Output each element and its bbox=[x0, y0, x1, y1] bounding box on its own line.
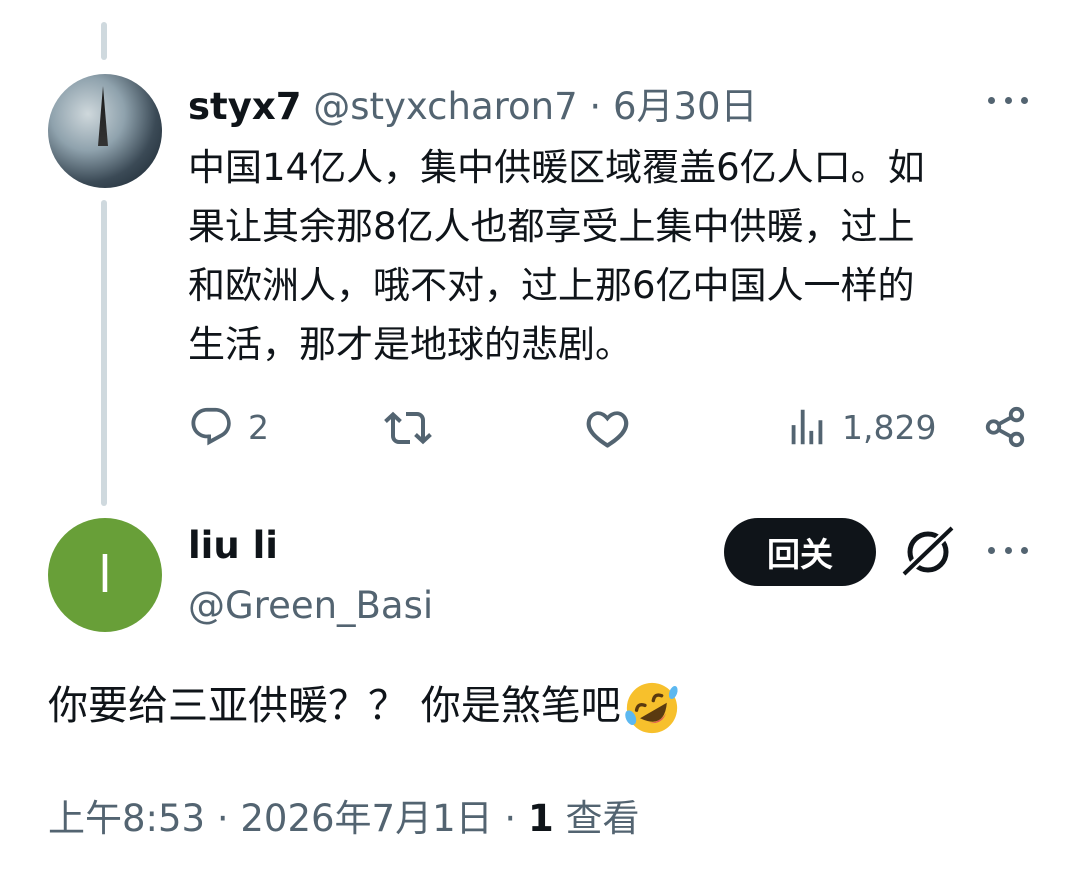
display-name[interactable]: styx7 bbox=[188, 85, 301, 128]
tweet-header: styx7 @styxcharon7 · 6月30日 bbox=[188, 76, 758, 130]
tweet-date[interactable]: 6月30日 bbox=[613, 85, 758, 128]
separator: · bbox=[205, 797, 241, 840]
tweet-text-content: 你要给三亚供暖？？ 你是煞笔吧 bbox=[48, 683, 621, 729]
heart-icon bbox=[586, 411, 629, 448]
tweet-text-line: 中国14亿人，集中供暖区域覆盖6亿人口。如 bbox=[188, 146, 925, 189]
avatar[interactable] bbox=[48, 74, 162, 188]
view-label: 查看 bbox=[565, 797, 640, 840]
tweet-text-line: 和欧洲人，哦不对，过上那6亿中国人一样的 bbox=[188, 264, 915, 307]
views-button[interactable]: 1,829 bbox=[784, 404, 936, 450]
avatar[interactable]: l bbox=[48, 518, 162, 632]
follow-back-button[interactable]: 回关 bbox=[724, 518, 876, 586]
share-icon bbox=[985, 406, 1025, 448]
reply-icon bbox=[191, 407, 231, 446]
tweet-time[interactable]: 上午8:53 bbox=[48, 797, 205, 840]
like-button[interactable] bbox=[584, 404, 632, 452]
thread-line-top bbox=[101, 22, 107, 60]
analytics-icon bbox=[791, 409, 823, 445]
tweet-metadata: 上午8:53 · 2026年7月1日 · 1 查看 bbox=[48, 788, 639, 842]
rolling-on-floor-laughing-icon bbox=[624, 682, 678, 734]
display-name[interactable]: liu li bbox=[188, 524, 278, 567]
more-options-icon[interactable] bbox=[988, 547, 1028, 559]
reply-count: 2 bbox=[248, 407, 269, 447]
tweet-text-line: 果让其余那8亿人也都享受上集中供暖，过上 bbox=[188, 205, 915, 248]
reply-button[interactable]: 2 bbox=[188, 404, 269, 450]
tweet-text: 你要给三亚供暖？？ 你是煞笔吧 bbox=[48, 676, 681, 737]
retweet-icon bbox=[384, 411, 432, 445]
tweet-text-line: 生活，那才是地球的悲剧。 bbox=[188, 323, 632, 366]
thread-line bbox=[101, 200, 107, 506]
avatar-letter: l bbox=[98, 546, 112, 604]
view-count: 1,829 bbox=[842, 407, 937, 447]
tweet-date[interactable]: 2026年7月1日 bbox=[240, 797, 492, 840]
more-options-icon[interactable] bbox=[988, 97, 1028, 109]
user-handle[interactable]: @Green_Basi bbox=[188, 584, 433, 627]
retweet-button[interactable] bbox=[384, 404, 432, 452]
separator: · bbox=[492, 797, 528, 840]
user-handle[interactable]: @styxcharon7 bbox=[313, 85, 577, 128]
share-button[interactable] bbox=[982, 404, 1028, 450]
tweet-actions: 2 1,829 bbox=[188, 404, 1028, 454]
tweet-text: 中国14亿人，集中供暖区域覆盖6亿人口。如 果让其余那8亿人也都享受上集中供暖，… bbox=[188, 138, 1028, 374]
view-count: 1 bbox=[527, 797, 554, 840]
grok-icon[interactable] bbox=[900, 524, 956, 580]
separator: · bbox=[577, 85, 613, 128]
